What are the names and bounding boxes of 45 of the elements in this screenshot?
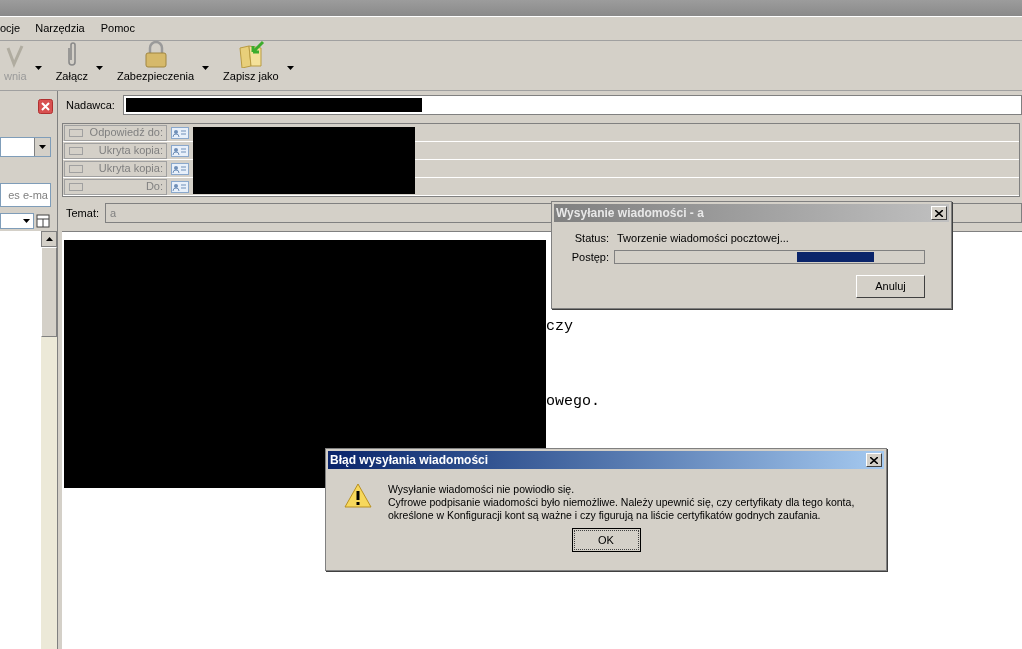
contact-card-icon[interactable] (171, 162, 189, 175)
dialog-title: Błąd wysyłania wiadomości (330, 452, 489, 469)
toolbar-button[interactable]: Zabezpieczenia (113, 39, 199, 84)
body-text: owego. (546, 391, 601, 412)
error-message: określone w Konfiguracji kont są ważne i czy figurują na liście certyfikatów godnych zaufania. (388, 509, 822, 522)
up-arrow-icon[interactable] (45, 237, 53, 241)
toolbar-button[interactable]: Załącz (51, 39, 93, 84)
caret-icon[interactable] (34, 66, 42, 70)
field-label: Temat: (66, 205, 99, 221)
warning-icon (344, 483, 372, 509)
scrollbar[interactable] (41, 231, 57, 649)
status-text: Tworzenie wiadomości pocztowej... (617, 231, 789, 246)
contact-card-icon[interactable] (171, 180, 189, 193)
caret-icon[interactable] (286, 66, 294, 70)
sender-field[interactable] (122, 95, 1022, 115)
field-label: Status: (573, 231, 609, 246)
search-field[interactable]: es e-ma (0, 183, 51, 207)
dropdown-field[interactable] (0, 213, 34, 229)
columns-icon[interactable] (36, 214, 50, 228)
body-text: czy (546, 317, 574, 337)
close-icon (935, 209, 943, 217)
field-label: Nadawca: (66, 97, 115, 113)
close-icon[interactable] (38, 98, 53, 114)
toolbar-button[interactable]: Zapisz jako (219, 39, 283, 84)
contact-card-icon[interactable] (171, 126, 189, 139)
error-message: Cyfrowe podpisanie wiadomości było niemożliwe. Należy upewnić się, czy certyfikaty dla tego konta, (388, 496, 855, 509)
close-button[interactable] (931, 206, 947, 220)
error-message: Wysyłanie wiadomości nie powiodło się. (388, 483, 576, 496)
caret-icon[interactable] (202, 66, 210, 70)
menu-item[interactable]: ocje (0, 20, 21, 37)
caret-icon[interactable] (96, 66, 104, 70)
dialog-title: Wysyłanie wiadomości - a (556, 205, 704, 222)
menu-item[interactable]: Narzędzia (34, 20, 86, 37)
close-button[interactable] (866, 453, 882, 467)
scrollbar-thumb[interactable] (41, 247, 57, 337)
cancel-button[interactable]: Anuluj (856, 275, 925, 298)
caret-icon[interactable] (23, 219, 30, 223)
ok-button[interactable]: OK (571, 528, 641, 552)
dropdown-field[interactable] (0, 137, 51, 157)
folder-arrow-icon (236, 39, 265, 68)
close-icon (870, 456, 878, 464)
menu-item[interactable]: Pomoc (99, 20, 136, 37)
caret-icon[interactable] (39, 145, 46, 149)
field-label: Postęp: (570, 249, 609, 265)
contact-card-icon[interactable] (171, 144, 189, 157)
